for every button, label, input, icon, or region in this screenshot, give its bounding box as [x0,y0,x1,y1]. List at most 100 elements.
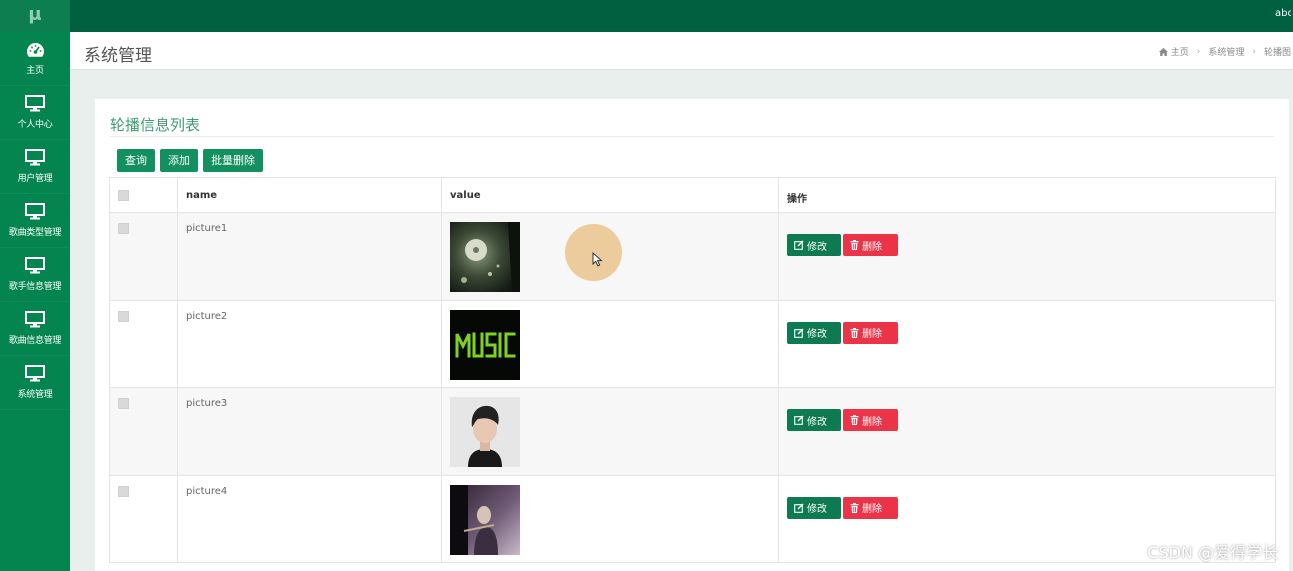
home-icon [1158,47,1168,56]
edit-button[interactable]: 修改 [787,234,841,256]
sidebar-item-label: 个人中心 [17,120,53,130]
music-text-thumbnail[interactable] [450,309,520,380]
watermark: CSDN @爱得学长 [1147,543,1278,562]
top-bar: μ abc [0,0,1293,32]
select-all-cell [109,177,178,213]
delete-button[interactable]: 删除 [843,234,898,256]
edit-label: 修改 [807,504,827,515]
table-row: picture3 修改 删除 [109,387,1276,476]
user-name[interactable]: abc [1275,8,1291,19]
name-cell: picture2 [177,299,442,388]
monitor-icon [25,365,45,382]
trash-icon [850,327,859,338]
edit-icon [794,503,804,513]
value-cell [441,387,779,476]
sidebar-item-singer-info[interactable]: 歌手信息管理 [0,248,70,302]
delete-label: 删除 [862,416,882,428]
person-portrait-thumbnail[interactable] [450,397,520,467]
dashboard-icon [26,42,44,57]
sidebar-item-home[interactable]: 主页 [0,32,70,86]
edit-button[interactable]: 修改 [787,321,841,344]
mouse-cursor-icon [592,252,603,267]
add-button[interactable]: 添加 [160,149,198,172]
monitor-icon [25,203,45,220]
guitar-player-thumbnail[interactable] [450,484,520,555]
sidebar-item-label: 主页 [26,65,44,76]
edit-icon [794,415,804,425]
delete-button[interactable]: 删除 [843,409,898,431]
column-header-value[interactable]: value [441,177,779,213]
chevron-right-icon: › [1196,46,1201,57]
sidebar-item-user-management[interactable]: 用户管理 [0,140,70,194]
toolbar: 查询 添加 批量删除 [117,149,263,172]
page-header: 系统管理 主页 › 系统管理 › 轮播图 [70,32,1293,70]
edit-button[interactable]: 修改 [787,496,841,519]
data-table: name value 操作 picture1 修改 删除 picture2 修改… [109,177,1276,563]
sidebar-item-personal-center[interactable]: 个人中心 [0,86,70,140]
edit-label: 修改 [807,241,827,253]
ops-cell: 修改 删除 [778,212,1276,301]
sidebar-item-label: 系统管理 [17,390,53,400]
sidebar-item-song-type[interactable]: 歌曲类型管理 [0,194,70,248]
select-all-checkbox[interactable] [118,190,129,201]
table-row: picture2 修改 删除 [109,299,1276,388]
edit-button[interactable]: 修改 [787,409,841,431]
row-select-cell [109,299,178,388]
row-select-cell [109,474,178,563]
sidebar-item-system[interactable]: 系统管理 [0,356,70,410]
delete-button[interactable]: 删除 [843,321,898,344]
page-title: 系统管理 [84,46,152,66]
column-header-ops: 操作 [778,177,1276,213]
row-checkbox[interactable] [118,223,129,234]
ops-cell: 修改 删除 [778,387,1276,476]
record-player-thumbnail[interactable] [450,222,520,292]
column-header-name[interactable]: name [177,177,442,213]
sidebar-item-label: 歌曲信息管理 [8,336,62,346]
name-cell: picture3 [177,387,442,476]
sidebar-item-song-info[interactable]: 歌曲信息管理 [0,302,70,356]
row-checkbox[interactable] [118,485,129,497]
breadcrumb-home-label: 主页 [1170,48,1189,58]
divider [110,136,1274,137]
batch-delete-button[interactable]: 批量删除 [203,149,263,172]
sidebar: 主页 个人中心 用户管理 歌曲类型管理 歌手信息管理 歌曲信息管理 系统管理 [0,32,70,571]
edit-icon [794,240,804,250]
delete-button[interactable]: 删除 [843,496,898,519]
edit-label: 修改 [807,329,827,340]
delete-label: 删除 [862,329,882,340]
table-header-row: name value 操作 [109,177,1276,213]
monitor-icon [25,149,45,166]
ops-cell: 修改 删除 [778,299,1276,388]
monitor-icon [25,311,45,328]
card-title: 轮播信息列表 [110,116,201,134]
breadcrumb-section[interactable]: 系统管理 [1208,45,1244,58]
monitor-icon [25,95,45,112]
row-checkbox[interactable] [118,398,129,409]
row-select-cell [109,212,178,301]
trash-icon [850,415,859,425]
row-select-cell [109,387,178,476]
search-button[interactable]: 查询 [117,149,155,172]
trash-icon [850,502,859,513]
monitor-icon [25,257,45,274]
sidebar-item-label: 歌手信息管理 [8,282,62,292]
table-row: picture1 修改 删除 [109,212,1276,301]
table-row: picture4 修改 删除 [109,474,1276,563]
breadcrumb: 主页 › 系统管理 › 轮播图 [1158,45,1293,58]
breadcrumb-current: 轮播图 [1264,48,1292,58]
app-logo[interactable]: μ [0,0,70,32]
delete-label: 删除 [862,241,882,253]
edit-icon [794,328,804,338]
value-cell [441,474,779,563]
delete-label: 删除 [862,504,882,515]
name-cell: picture4 [177,474,442,563]
chevron-right-icon: › [1252,46,1256,57]
trash-icon [850,240,859,250]
name-cell: picture1 [177,212,442,301]
sidebar-item-label: 用户管理 [17,174,53,184]
row-checkbox[interactable] [118,310,129,322]
breadcrumb-home[interactable]: 主页 [1158,45,1189,58]
sidebar-item-label: 歌曲类型管理 [8,228,62,238]
list-card: 轮播信息列表 查询 添加 批量删除 name value 操作 picture1… [95,99,1289,571]
value-cell [441,299,779,388]
